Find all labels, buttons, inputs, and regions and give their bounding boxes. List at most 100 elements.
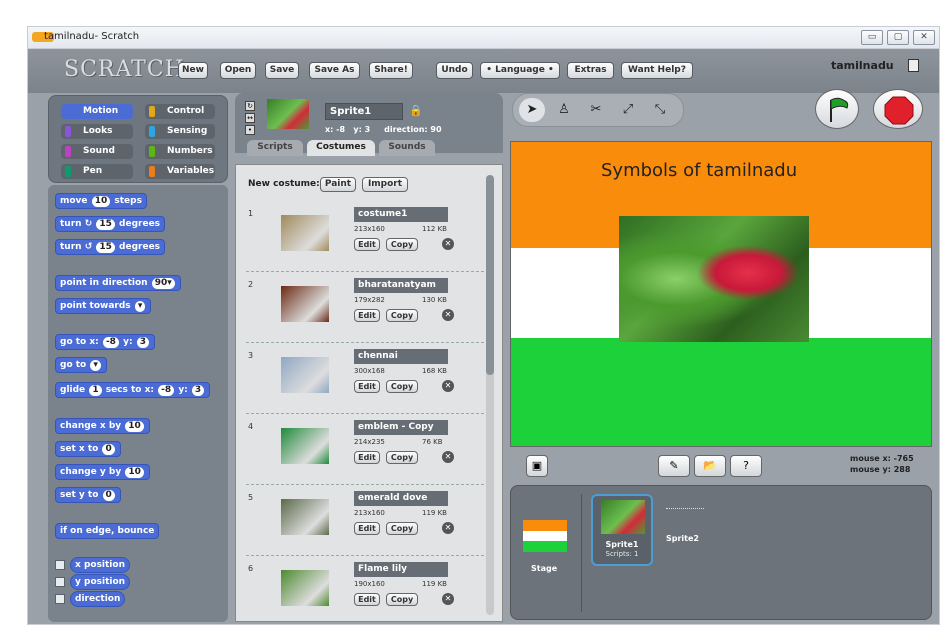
block-input[interactable]: 90▾ [151, 278, 175, 289]
paint-new-sprite-icon[interactable]: ✎ [658, 455, 690, 477]
costume-item[interactable]: 1 costume1 213x160 112 KB Edit Copy ✕ [246, 205, 486, 275]
lock-icon[interactable]: 🔒 [409, 104, 423, 117]
costume-copy-button[interactable]: Copy [386, 238, 418, 251]
motion-block[interactable]: change x by 10 [55, 418, 150, 434]
costume-edit-button[interactable]: Edit [354, 451, 380, 464]
save-as-button[interactable]: Save As [309, 62, 360, 79]
costume-edit-button[interactable]: Edit [354, 309, 380, 322]
motion-block[interactable]: point towards ▾ [55, 298, 152, 314]
block-input[interactable]: 10 [125, 467, 144, 478]
costume-name-field[interactable]: chennai [354, 349, 448, 364]
new-button[interactable]: New [178, 62, 208, 79]
block-input[interactable]: 0 [102, 490, 115, 501]
motion-block[interactable]: turn ↺ 15 degrees [55, 239, 166, 255]
costume-edit-button[interactable]: Edit [354, 380, 380, 393]
delete-costume-icon[interactable]: ✕ [442, 238, 454, 250]
costume-name-field[interactable]: emblem - Copy [354, 420, 448, 435]
stop-button[interactable] [873, 89, 923, 129]
random-sprite-icon[interactable]: ? [730, 455, 762, 477]
costume-item[interactable]: 6 Flame lily 190x160 119 KB Edit Copy ✕ [246, 558, 486, 624]
sprite-name-field[interactable]: Sprite1 [325, 103, 403, 120]
scrollbar-thumb[interactable] [486, 175, 494, 375]
tab-scripts[interactable]: Scripts [247, 140, 303, 156]
tab-sounds[interactable]: Sounds [379, 140, 435, 156]
import-button[interactable]: Import [362, 177, 408, 192]
costume-item[interactable]: 4 emblem - Copy 214x235 76 KB Edit Copy ✕ [246, 418, 486, 488]
stage[interactable]: Symbols of tamilnadu [510, 141, 932, 447]
sprite-tile-sprite2[interactable]: Sprite2 [666, 534, 699, 543]
block-input[interactable]: 15 [96, 242, 115, 253]
costume-name-field[interactable]: costume1 [354, 207, 448, 222]
block-input[interactable]: -8 [102, 337, 119, 348]
costume-name-field[interactable]: Flame lily [354, 562, 448, 577]
stage-thumbnail[interactable] [523, 520, 567, 552]
sprite2-thumbnail[interactable] [666, 508, 704, 509]
delete-scissors-icon[interactable]: ✂ [583, 98, 609, 122]
motion-block[interactable]: turn ↻ 15 degrees [55, 216, 166, 232]
costume-edit-button[interactable]: Edit [354, 593, 380, 606]
block-input[interactable]: ▾ [134, 301, 146, 312]
extras-button[interactable]: Extras [567, 62, 614, 79]
choose-sprite-folder-icon[interactable]: 📂 [694, 455, 726, 477]
category-numbers[interactable]: Numbers [145, 144, 215, 159]
block-input[interactable]: 0 [102, 444, 115, 455]
category-sound[interactable]: Sound [61, 144, 133, 159]
category-sensing[interactable]: Sensing [145, 124, 215, 139]
reporter-checkbox[interactable] [55, 560, 65, 570]
grow-icon[interactable]: ⤢ [615, 98, 641, 122]
motion-block[interactable]: move 10 steps [55, 193, 147, 209]
minimize-button[interactable]: ▭ [861, 30, 883, 45]
block-input[interactable]: 3 [191, 385, 205, 396]
save-button[interactable]: Save [265, 62, 299, 79]
category-motion[interactable]: Motion [61, 104, 133, 119]
delete-costume-icon[interactable]: ✕ [442, 522, 454, 534]
delete-costume-icon[interactable]: ✕ [442, 309, 454, 321]
duplicate-stamp-icon[interactable]: ♙ [551, 98, 577, 122]
costume-item[interactable]: 5 emerald dove 213x160 119 KB Edit Copy ✕ [246, 489, 486, 559]
motion-block[interactable]: set x to 0 [55, 441, 121, 457]
motion-block[interactable]: change y by 10 [55, 464, 150, 480]
motion-block[interactable]: point in direction 90▾ [55, 275, 181, 291]
close-button[interactable]: ✕ [913, 30, 935, 45]
costume-edit-button[interactable]: Edit [354, 522, 380, 535]
category-variables[interactable]: Variables [145, 164, 215, 179]
reporter-block[interactable]: direction [70, 591, 126, 607]
tab-costumes[interactable]: Costumes [307, 140, 375, 156]
block-input[interactable]: -8 [158, 385, 175, 396]
paint-button[interactable]: Paint [320, 177, 356, 192]
block-input[interactable]: 15 [96, 219, 115, 230]
motion-block[interactable]: if on edge, bounce [55, 523, 160, 539]
delete-costume-icon[interactable]: ✕ [442, 593, 454, 605]
sprite-tile-sprite1[interactable]: Sprite1 Scripts: 1 [591, 494, 653, 566]
category-control[interactable]: Control [145, 104, 215, 119]
block-input[interactable]: ▾ [90, 360, 101, 371]
undo-button[interactable]: Undo [436, 62, 473, 79]
want-help-button[interactable]: Want Help? [621, 62, 693, 79]
share-button[interactable]: Share! [369, 62, 413, 79]
open-button[interactable]: Open [220, 62, 256, 79]
reporter-block[interactable]: x position [70, 557, 130, 573]
motion-block[interactable]: go to ▾ [55, 357, 107, 373]
block-input[interactable]: 3 [136, 337, 149, 348]
presentation-mode-icon[interactable]: ▣ [526, 455, 548, 477]
arrow-tool-icon[interactable]: ➤ [519, 98, 545, 122]
costume-scrollbar[interactable] [486, 175, 494, 615]
motion-block[interactable]: set y to 0 [55, 487, 121, 503]
reporter-checkbox[interactable] [55, 594, 65, 604]
costume-copy-button[interactable]: Copy [386, 522, 418, 535]
block-input[interactable]: 1 [89, 385, 102, 396]
costume-item[interactable]: 2 bharatanatyam 179x282 130 KB Edit Copy ✕ [246, 276, 486, 346]
project-notes-icon[interactable] [908, 59, 919, 72]
block-input[interactable]: 10 [125, 421, 144, 432]
costume-name-field[interactable]: bharatanatyam [354, 278, 448, 293]
rotate-full-icon[interactable]: ↻ [245, 101, 255, 111]
costume-edit-button[interactable]: Edit [354, 238, 380, 251]
reporter-block[interactable]: y position [70, 574, 131, 590]
delete-costume-icon[interactable]: ✕ [442, 451, 454, 463]
costume-item[interactable]: 3 chennai 300x168 168 KB Edit Copy ✕ [246, 347, 486, 417]
rotate-none-icon[interactable]: • [245, 125, 255, 135]
costume-name-field[interactable]: emerald dove [354, 491, 448, 506]
maximize-button[interactable]: ▢ [887, 30, 909, 45]
shrink-icon[interactable]: ⤡ [647, 98, 673, 122]
category-pen[interactable]: Pen [61, 164, 133, 179]
